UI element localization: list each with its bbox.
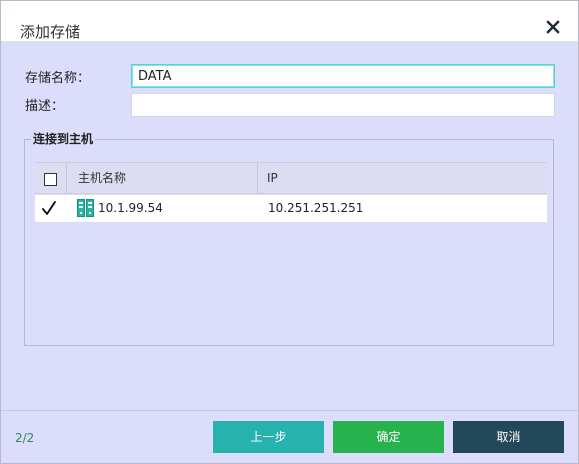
storage-name-input[interactable] [131,64,555,88]
table-row[interactable]: 10.1.99.54 10.251.251.251 [35,195,547,222]
dialog-titlebar: 添加存储 [1,1,578,42]
host-table: 主机名称 IP 10.1.99.54 10.251.251.251 [35,162,547,222]
connect-to-host-group: 连接到主机 主机名称 IP 10.1.99.54 10.251.251.251 [24,133,554,346]
checkmark-icon[interactable] [41,199,57,217]
description-label: 描述： [25,99,65,114]
host-name-cell: 10.1.99.54 [98,201,163,215]
select-all-checkbox[interactable] [44,173,57,186]
column-header-ip[interactable]: IP [267,163,278,193]
close-icon [546,20,560,34]
previous-step-button[interactable]: 上一步 [213,421,324,453]
column-separator [66,163,67,193]
step-indicator: 2/2 [15,431,35,445]
dialog-title: 添加存储 [20,23,81,41]
host-table-header: 主机名称 IP [35,162,547,194]
column-separator [257,163,258,193]
connect-to-host-legend: 连接到主机 [33,132,94,146]
footer-divider [1,410,578,411]
cancel-button[interactable]: 取消 [453,421,564,453]
column-header-host-name[interactable]: 主机名称 [78,163,126,193]
close-button[interactable] [545,19,561,35]
description-input[interactable] [131,93,555,117]
host-ip-cell: 10.251.251.251 [268,201,364,215]
add-storage-dialog: 添加存储 存储名称： 描述： 连接到主机 主机名称 IP [0,0,579,464]
confirm-button[interactable]: 确定 [333,421,444,453]
server-icon [77,199,94,217]
storage-name-label: 存储名称： [25,71,91,86]
